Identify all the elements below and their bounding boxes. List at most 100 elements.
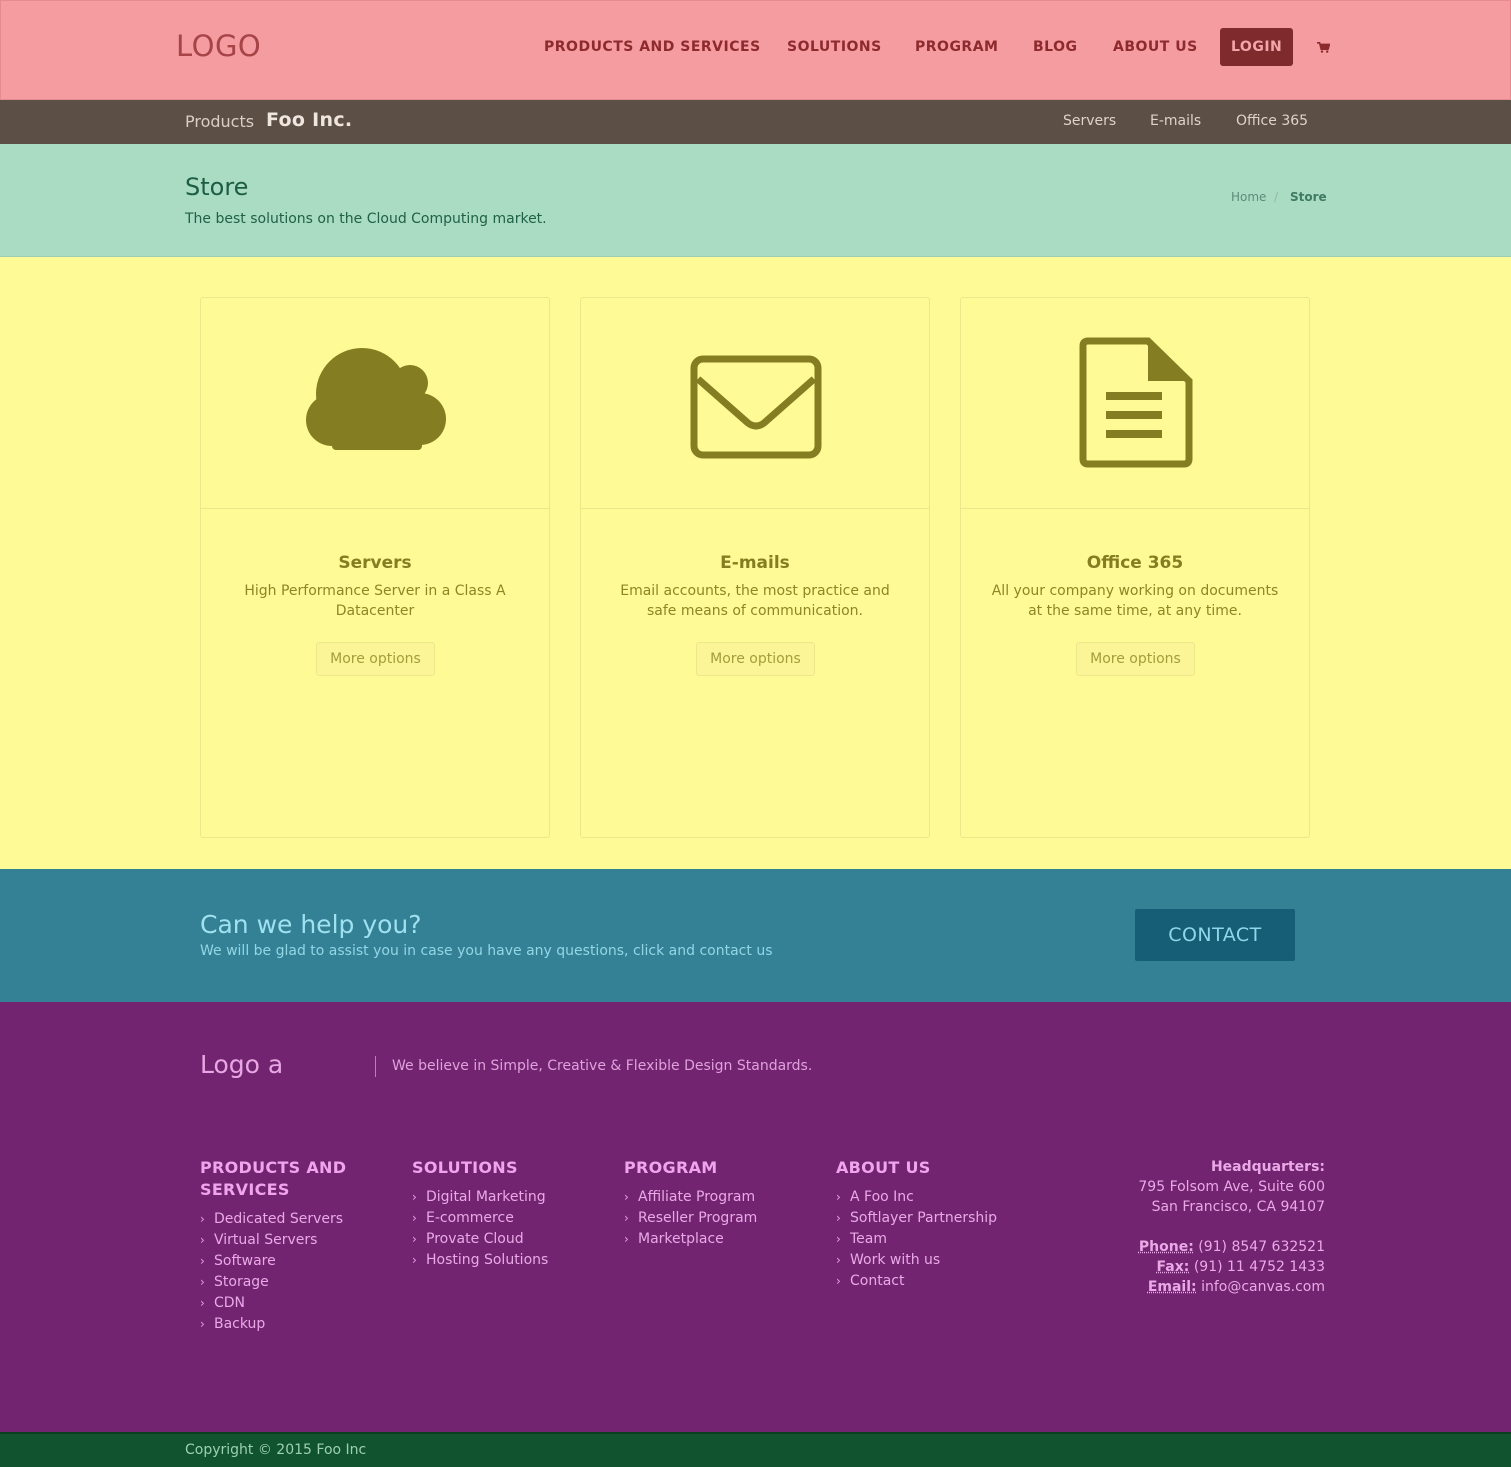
document-icon [1079,337,1193,468]
card-title: Office 365 [1086,553,1184,573]
help-text: We will be glad to assist you in case yo… [200,943,773,959]
phone-label: Phone: [1138,1239,1194,1255]
more-options-button[interactable]: More options [696,642,815,676]
chevron-right-icon: › [624,1232,629,1246]
footer-link[interactable]: › Team [836,1229,1036,1250]
breadcrumb-home[interactable]: Home [1231,190,1266,204]
phone-number: (91) 8547 632521 [1198,1239,1325,1255]
copyright-text: Copyright © 2015 Foo Inc [185,1442,367,1458]
nav-products-and-services[interactable]: PRODUCTS AND SERVICES [544,28,761,66]
nav-blog[interactable]: BLOG [1033,28,1078,66]
more-options-button[interactable]: More options [316,642,435,676]
card-title: E-mails [720,553,790,573]
footer-link[interactable]: › Softlayer Partnership [836,1208,1036,1229]
breadcrumb-separator: / [1274,190,1279,204]
nav-program[interactable]: PROGRAM [915,28,998,66]
chevron-right-icon: › [412,1190,417,1204]
chevron-right-icon: › [836,1232,841,1246]
footer-tagline: We believe in Simple, Creative & Flexibl… [392,1058,813,1074]
card-image-area[interactable] [961,298,1309,509]
footer-link-list: › Digital Marketing › E-commerce › Provate … [412,1187,592,1271]
footer-column-about-us: ABOUT US › A Foo Inc › Softlayer Partnersh… [836,1157,1036,1292]
nav-about-us[interactable]: ABOUT US [1113,28,1198,66]
chevron-right-icon: › [836,1274,841,1288]
phone-line: Phone: (91) 8547 632521 [1138,1237,1325,1257]
login-button[interactable]: LOGIN [1220,28,1294,66]
chevron-right-icon: › [836,1211,841,1225]
chevron-right-icon: › [200,1296,205,1310]
subnav-brand[interactable]: Foo Inc. [266,109,352,131]
chevron-right-icon: › [836,1253,841,1267]
chevron-right-icon: › [200,1233,205,1247]
footer-link[interactable]: › Hosting Solutions [412,1250,592,1271]
card-title: Servers [338,553,412,573]
address-line: 795 Folsom Ave, Suite 600 [1138,1179,1325,1195]
footer-link[interactable]: › E-commerce [412,1208,592,1229]
footer-link-list: › A Foo Inc › Softlayer Partnership › Team … [836,1187,1036,1292]
footer-link-list: › Dedicated Servers › Virtual Servers › Sof… [200,1209,380,1335]
chevron-right-icon: › [412,1232,417,1246]
help-banner: Can we help you? We will be glad to assi… [0,869,1511,1002]
card-image-area[interactable] [201,298,549,509]
footer-link[interactable]: › Backup [200,1314,380,1335]
footer-link[interactable]: › Storage [200,1272,380,1293]
footer-link[interactable]: › CDN [200,1293,380,1314]
footer-column-solutions: SOLUTIONS › Digital Marketing › E-commerce… [412,1157,592,1271]
footer-logo[interactable]: Logo a [200,1050,283,1079]
card-image-area[interactable] [581,298,929,509]
product-subnav-bar: Products Foo Inc. Servers E-mails Office… [0,100,1511,144]
cloud-icon [306,348,446,450]
chevron-right-icon: › [412,1253,417,1267]
email-line: Email: info@canvas.com [1138,1277,1325,1297]
footer-link[interactable]: › A Foo Inc [836,1187,1036,1208]
subnav-link-emails[interactable]: E-mails [1150,113,1201,129]
footer-column-program: PROGRAM › Affiliate Program › Reseller Pro… [624,1157,804,1250]
footer-link[interactable]: › Reseller Program [624,1208,804,1229]
page-subtitle: The best solutions on the Cloud Computin… [185,211,547,227]
card-description: High Performance Server in a Class A Dat… [244,583,506,619]
chevron-right-icon: › [412,1211,417,1225]
email-address[interactable]: info@canvas.com [1201,1279,1325,1295]
copyright-bar: Copyright © 2015 Foo Inc [0,1432,1511,1467]
footer-link[interactable]: › Work with us [836,1250,1036,1271]
subnav-link-office-365[interactable]: Office 365 [1236,113,1308,129]
more-options-button[interactable]: More options [1076,642,1195,676]
footer-link[interactable]: › Digital Marketing [412,1187,592,1208]
site-logo[interactable]: LOGO [176,29,261,63]
card-description: Email accounts, the most practice and sa… [620,583,890,619]
help-title: Can we help you? [200,910,422,939]
footer-column-heading: ABOUT US [836,1158,931,1177]
site-footer: Logo a We believe in Simple, Creative & … [0,1002,1511,1432]
footer-link[interactable]: › Virtual Servers [200,1230,380,1251]
headquarters-label: Headquarters: [1210,1159,1325,1175]
fax-number: (91) 11 4752 1433 [1193,1259,1325,1275]
footer-link[interactable]: › Dedicated Servers [200,1209,380,1230]
footer-link[interactable]: › Marketplace [624,1229,804,1250]
chevron-right-icon: › [200,1317,205,1331]
product-card-servers: Servers High Performance Server in a Cla… [200,297,550,838]
shopping-cart-icon[interactable] [1317,28,1331,66]
chevron-right-icon: › [200,1275,205,1289]
product-card-office-365: Office 365 All your company working on d… [960,297,1310,838]
contact-button[interactable]: CONTACT [1135,909,1295,961]
envelope-icon [690,355,822,459]
footer-column-heading: PRODUCTS AND SERVICES [200,1158,347,1199]
page-title-bar: Store The best solutions on the Cloud Co… [0,144,1511,257]
page-title: Store [185,173,249,201]
nav-solutions[interactable]: SOLUTIONS [787,28,882,66]
product-card-emails: E-mails Email accounts, the most practic… [580,297,930,838]
footer-link[interactable]: › Contact [836,1271,1036,1292]
footer-link-list: › Affiliate Program › Reseller Program › Ma… [624,1187,804,1250]
footer-contact-info: Headquarters: 795 Folsom Ave, Suite 600 … [1138,1157,1325,1297]
fax-label: Fax: [1156,1259,1190,1275]
address-line: San Francisco, CA 94107 [1151,1199,1325,1215]
subnav-link-servers[interactable]: Servers [1063,113,1116,129]
breadcrumb-current: Store [1290,190,1327,204]
subnav-prefix: Products [185,112,255,131]
footer-link[interactable]: › Affiliate Program [624,1187,804,1208]
email-label: Email: [1147,1279,1197,1295]
footer-link[interactable]: › Software [200,1251,380,1272]
footer-column-products: PRODUCTS AND SERVICES › Dedicated Servers… [200,1157,380,1335]
site-header: LOGO PRODUCTS AND SERVICES SOLUTIONS PRO… [0,0,1511,100]
footer-link[interactable]: › Provate Cloud [412,1229,592,1250]
